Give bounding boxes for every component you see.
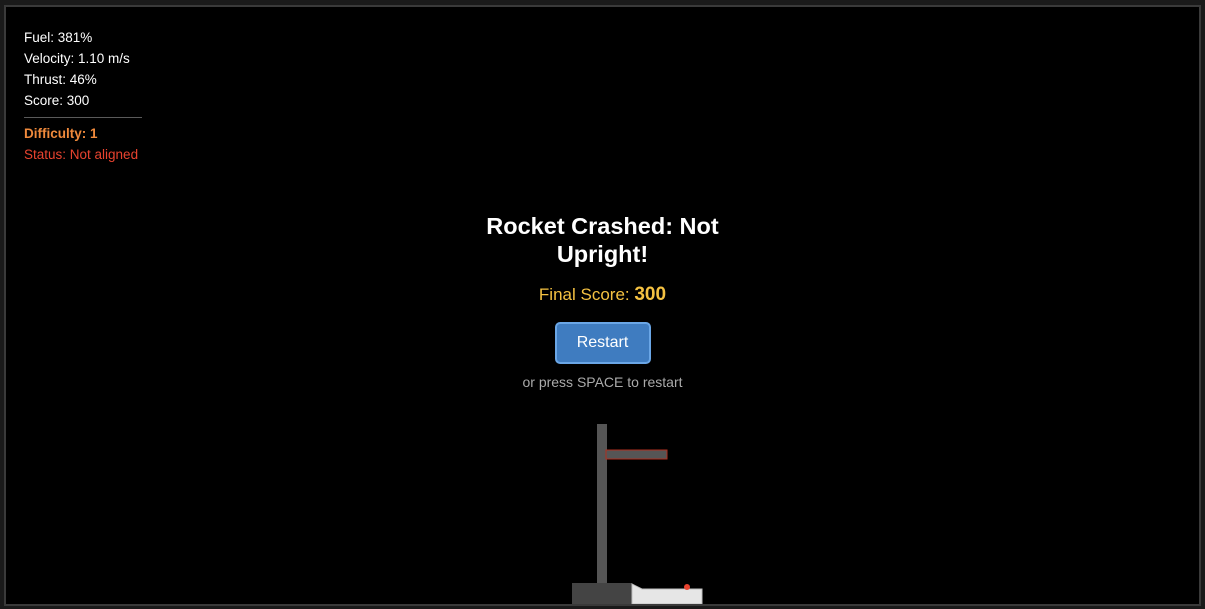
tower-base <box>572 583 632 604</box>
tower-arm <box>605 449 668 460</box>
restart-hint: or press SPACE to restart <box>522 374 683 390</box>
landing-marker-light <box>684 584 690 590</box>
final-score: Final Score: 300 <box>6 284 1199 306</box>
final-score-value: 300 <box>634 284 667 305</box>
crash-message: Rocket Crashed: Not Upright! <box>486 213 719 267</box>
final-score-label: Final Score: <box>538 285 630 304</box>
restart-button[interactable]: Restart <box>554 322 651 364</box>
crashed-rocket <box>631 583 703 604</box>
launch-tower <box>597 424 607 589</box>
game-canvas[interactable]: Fuel: 381% Velocity: 1.10 m/s Thrust: 46… <box>4 5 1201 606</box>
game-over-panel: Rocket Crashed: Not Upright! Final Score… <box>6 212 1199 390</box>
